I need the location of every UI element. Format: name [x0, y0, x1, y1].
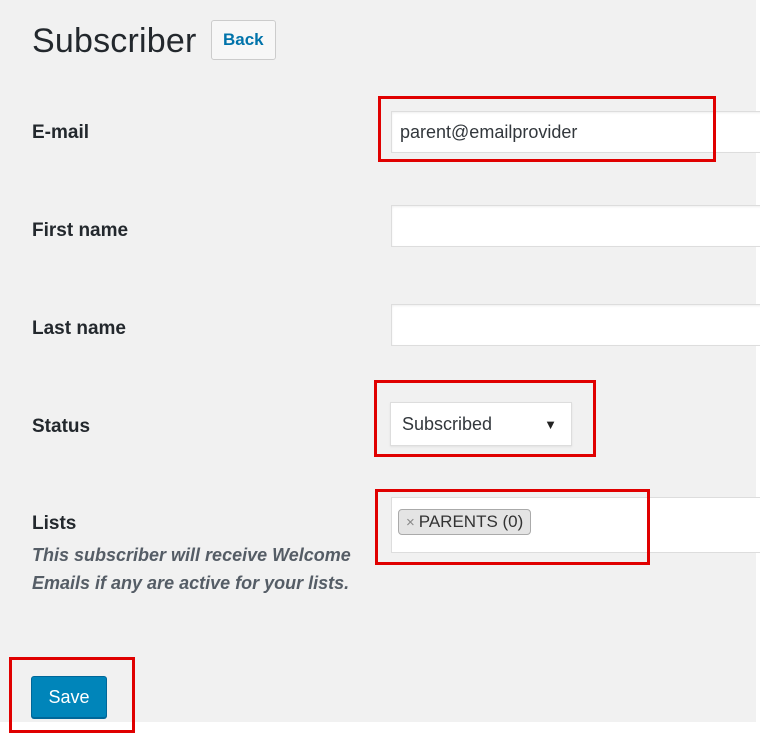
- list-tag-parents: × PARENTS (0): [398, 509, 532, 535]
- status-label: Status: [32, 416, 91, 437]
- last-name-field[interactable]: [391, 304, 760, 346]
- save-button[interactable]: Save: [31, 676, 107, 718]
- back-button[interactable]: Back: [211, 20, 276, 60]
- chevron-down-icon: ▼: [544, 416, 557, 432]
- first-name-label: First name: [32, 220, 129, 241]
- list-tag-label: PARENTS (0): [418, 512, 524, 531]
- subscriber-form-panel: Subscriber Back E-mail First name Last n…: [0, 0, 760, 722]
- lists-label: Lists: [32, 513, 77, 534]
- last-name-label: Last name: [32, 318, 126, 339]
- email-field[interactable]: [391, 111, 760, 153]
- remove-tag-icon[interactable]: ×: [406, 514, 415, 531]
- lists-description: This subscriber will receive Welcome Ema…: [32, 545, 351, 593]
- page-title: Subscriber: [32, 22, 197, 60]
- first-name-field[interactable]: [391, 205, 760, 247]
- status-select[interactable]: Subscribed ▼: [390, 402, 572, 446]
- email-label: E-mail: [32, 122, 90, 143]
- status-selected-value: Subscribed: [402, 413, 493, 434]
- lists-multiselect[interactable]: × PARENTS (0): [391, 497, 760, 553]
